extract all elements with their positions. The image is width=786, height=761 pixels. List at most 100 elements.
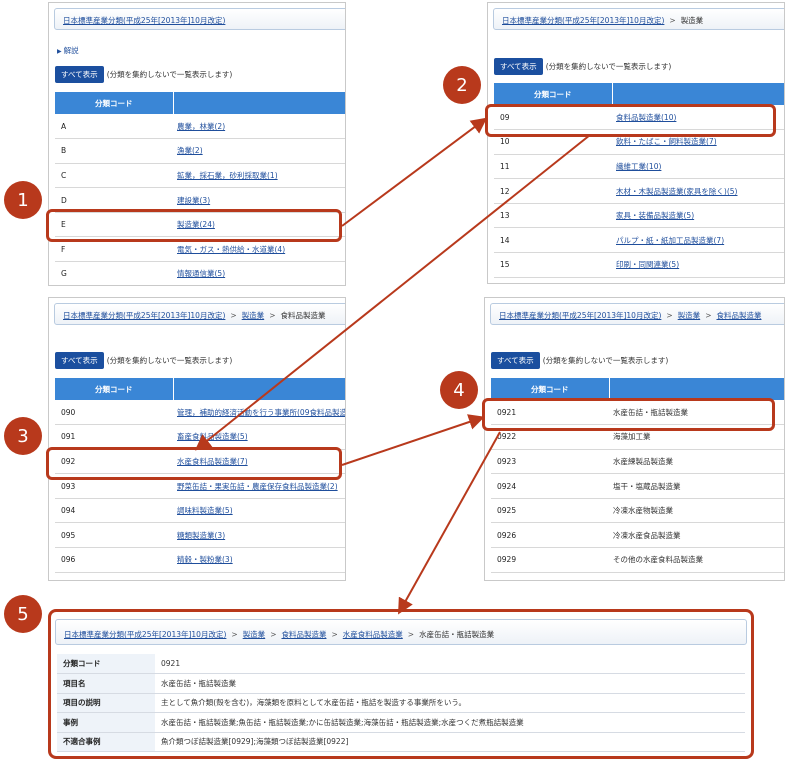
highlight-row-092: [46, 447, 342, 480]
arrow-1-to-2: [341, 117, 488, 227]
row-code: G: [55, 261, 173, 285]
show-all-note: (分類を集約しないで一覧表示します): [545, 61, 672, 71]
detail-label: 不適合事例: [57, 732, 155, 752]
table-row: 15 印刷・同関連業(5): [494, 252, 784, 278]
row-code: 0924: [491, 473, 609, 499]
row-link[interactable]: 糖類製造業(3): [177, 531, 225, 540]
highlight-row-e: [46, 209, 342, 242]
explanation-toggle-label: 解説: [63, 46, 79, 55]
breadcrumb-separator: >: [269, 311, 276, 320]
breadcrumb-level3[interactable]: 水産食料品製造業: [343, 630, 403, 639]
row-link[interactable]: 情報通信業(5): [177, 269, 225, 278]
panel-detail: 日本標準産業分類(平成25年[2013年]10月改定) > 製造業 > 食料品製造業 > 水…: [48, 609, 754, 759]
row-code: 0929: [491, 547, 609, 573]
breadcrumb-current: 水産缶詰・瓶詰製造業: [419, 630, 495, 639]
name-column-header: [173, 92, 345, 114]
name-column-header: [173, 378, 345, 400]
name-column-header: [609, 378, 784, 400]
row-link[interactable]: 家具・装備品製造業(5): [616, 211, 694, 220]
triangle-right-icon: ▶: [57, 48, 62, 55]
row-code: A: [55, 114, 173, 140]
show-all-button[interactable]: すべて表示: [55, 65, 104, 83]
detail-label: 項目名: [57, 673, 155, 694]
breadcrumb: 日本標準産業分類(平成25年[2013年]10月改定) > 製造業: [493, 8, 784, 30]
table-row: 0924 塩干・塩蔵品製造業: [491, 473, 784, 499]
row-link[interactable]: 繊維工業(10): [616, 162, 661, 171]
breadcrumb-root[interactable]: 日本標準産業分類(平成25年[2013年]10月改定): [499, 311, 661, 320]
breadcrumb-level1[interactable]: 製造業: [242, 311, 265, 320]
show-all-button[interactable]: すべて表示: [491, 351, 540, 369]
row-name[interactable]: 冷凍水産物製造業: [613, 506, 673, 515]
step-badge-3: 3: [4, 417, 42, 455]
row-link[interactable]: 管理，補助的経済活動を行う事業所(09食料品製造業): [177, 408, 345, 417]
table-row: 090 管理，補助的経済活動を行う事業所(09食料品製造業): [55, 400, 345, 426]
explanation-toggle[interactable]: ▶ 解説: [57, 45, 79, 56]
row-link[interactable]: 飲料・たばこ・飼料製造業(7): [616, 137, 717, 146]
breadcrumb: 日本標準産業分類(平成25年[2013年]10月改定): [54, 8, 345, 30]
breadcrumb-root[interactable]: 日本標準産業分類(平成25年[2013年]10月改定): [63, 311, 225, 320]
row-link[interactable]: 電気・ガス・熱供給・水道業(4): [177, 245, 285, 254]
panel-manufacturing: 日本標準産業分類(平成25年[2013年]10月改定) > 製造業 すべて表示 (分…: [487, 2, 785, 284]
highlight-row-09: [485, 104, 776, 137]
row-link[interactable]: 精穀・製粉業(3): [177, 555, 233, 564]
table-row: B 漁業(2): [55, 138, 345, 164]
detail-label: 事例: [57, 712, 155, 733]
row-name[interactable]: 水産練製品製造業: [613, 457, 673, 466]
row-code: 12: [494, 178, 612, 204]
row-code: 096: [55, 547, 173, 573]
breadcrumb-root[interactable]: 日本標準産業分類(平成25年[2013年]10月改定): [64, 630, 226, 639]
row-code: 14: [494, 227, 612, 254]
breadcrumb-level1[interactable]: 製造業: [243, 630, 266, 639]
breadcrumb-level2[interactable]: 食料品製造業: [281, 630, 326, 639]
highlight-row-0921: [482, 398, 775, 431]
breadcrumb-root[interactable]: 日本標準産業分類(平成25年[2013年]10月改定): [502, 16, 664, 25]
breadcrumb: 日本標準産業分類(平成25年[2013年]10月改定) > 製造業 > 食料品製造業 > 水…: [55, 619, 747, 645]
code-column-header: 分類コード: [55, 92, 174, 114]
row-link[interactable]: パルプ・紙・紙加工品製造業(7): [616, 236, 724, 245]
table-row: 13 家具・装備品製造業(5): [494, 203, 784, 229]
detail-label: 項目の説明: [57, 693, 155, 713]
breadcrumb-level2[interactable]: 食料品製造業: [716, 311, 761, 320]
table-row: 12 木材・木製品製造業(家具を除く)(5): [494, 178, 784, 204]
show-all-button[interactable]: すべて表示: [494, 57, 543, 75]
row-name[interactable]: 冷凍水産食品製造業: [613, 531, 681, 540]
row-code: 095: [55, 522, 173, 549]
breadcrumb: 日本標準産業分類(平成25年[2013年]10月改定) > 製造業 > 食料品製造業: [490, 303, 784, 325]
table-row: 14 パルプ・紙・紙加工品製造業(7): [494, 227, 784, 254]
panel-seafood-manufacturing: 日本標準産業分類(平成25年[2013年]10月改定) > 製造業 > 食料品製造業 す…: [484, 297, 785, 581]
show-all-row: すべて表示 (分類を集約しないで一覧表示します): [55, 351, 232, 369]
row-link[interactable]: 調味料製造業(5): [177, 506, 233, 515]
row-link[interactable]: 野菜缶詰・果実缶詰・農産保存食料品製造業(2): [177, 482, 338, 491]
detail-table: 分類コード 0921 項目名 水産缶詰・瓶詰製造業 項目の説明 主として魚介類(殻を含…: [57, 654, 745, 752]
table-row: 0925 冷凍水産物製造業: [491, 498, 784, 524]
table-row: 095 糖類製造業(3): [55, 522, 345, 549]
detail-label: 分類コード: [57, 654, 155, 674]
row-link[interactable]: 畜産食料品製造業(5): [177, 432, 248, 441]
row-name[interactable]: その他の水産食料品製造業: [613, 555, 703, 564]
row-link[interactable]: 漁業(2): [177, 146, 203, 155]
row-name[interactable]: 海藻加工業: [613, 432, 651, 441]
detail-value: 水産缶詰・瓶詰製造業;魚缶詰・瓶詰製造業;かに缶詰製造業;海藻缶詰・瓶詰製造業;…: [155, 712, 745, 733]
row-link[interactable]: 農業，林業(2): [177, 122, 225, 131]
detail-value: 水産缶詰・瓶詰製造業: [155, 673, 745, 694]
table-row: 0926 冷凍水産食品製造業: [491, 522, 784, 549]
step-badge-2: 2: [443, 66, 481, 104]
breadcrumb-level1[interactable]: 製造業: [678, 311, 701, 320]
row-code: 091: [55, 424, 173, 450]
row-code: 0926: [491, 522, 609, 549]
detail-value: 魚介類つぼ詰製造業[0929];海藻類つぼ詰製造業[0922]: [155, 732, 745, 752]
detail-row: 事例 水産缶詰・瓶詰製造業;魚缶詰・瓶詰製造業;かに缶詰製造業;海藻缶詰・瓶詰製造…: [57, 712, 745, 733]
row-code: 11: [494, 154, 612, 180]
detail-value: 0921: [155, 654, 745, 674]
show-all-button[interactable]: すべて表示: [55, 351, 104, 369]
row-link[interactable]: 鉱業，採石業，砂利採取業(1): [177, 171, 278, 180]
row-name[interactable]: 塩干・塩蔵品製造業: [613, 482, 681, 491]
row-code: C: [55, 163, 173, 189]
breadcrumb-root[interactable]: 日本標準産業分類(平成25年[2013年]10月改定): [63, 16, 225, 25]
row-link[interactable]: 木材・木製品製造業(家具を除く)(5): [616, 187, 737, 196]
show-all-row: すべて表示 (分類を集約しないで一覧表示します): [491, 351, 668, 369]
table-row: 096 精穀・製粉業(3): [55, 547, 345, 573]
row-link[interactable]: 建設業(3): [177, 196, 210, 205]
row-link[interactable]: 印刷・同関連業(5): [616, 260, 679, 269]
breadcrumb-separator: >: [331, 630, 338, 639]
